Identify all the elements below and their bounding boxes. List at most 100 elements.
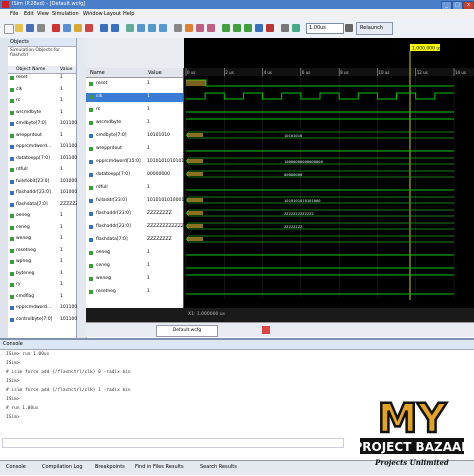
paste-icon[interactable]	[74, 24, 82, 32]
step-icon[interactable]	[255, 24, 263, 32]
menu-file[interactable]: File	[10, 11, 18, 17]
new-file-icon[interactable]	[4, 24, 14, 34]
run-all-icon[interactable]	[233, 24, 241, 32]
zoom-in-icon[interactable]	[137, 24, 145, 32]
signal-name-row[interactable]: epprcmdword[15:0]	[86, 158, 145, 167]
signal-name-row[interactable]: wrcmdbyte	[86, 119, 145, 128]
marker-icon[interactable]	[185, 24, 193, 32]
marker-next-icon[interactable]	[207, 24, 215, 32]
break-icon[interactable]	[266, 24, 274, 32]
signal-name-row[interactable]: cmdbyte[7:0]	[86, 132, 145, 141]
signal-name-row[interactable]: flashaddr[23:0]	[86, 210, 145, 219]
object-row[interactable]: fullstobit[23:0] 101000	[8, 179, 77, 185]
signal-name-row[interactable]: rc	[86, 106, 145, 115]
object-value: 101100	[60, 316, 78, 322]
signal-name-row[interactable]: resetneg	[86, 288, 145, 297]
menu-layout[interactable]: Layout	[104, 11, 121, 17]
bus-value-label: 10000000000000000	[284, 159, 324, 164]
object-row[interactable]: epprcmdword... 101100	[8, 305, 78, 311]
object-row[interactable]: wrepprdout 1	[8, 133, 76, 139]
object-row[interactable]: ceneg 1	[8, 225, 76, 231]
bus-value-label: 10101010	[284, 133, 303, 138]
console-title: Console	[3, 341, 23, 347]
signal-name-row[interactable]: rdfull	[86, 184, 145, 193]
object-row[interactable]: flashdata[7:0] ZZZZZZ	[8, 202, 79, 208]
tab-console[interactable]: Console	[6, 464, 26, 470]
close-tab-icon[interactable]	[262, 326, 270, 334]
object-row[interactable]: epprcmdword... 101100	[8, 144, 77, 150]
value-column-header: Value	[145, 68, 183, 78]
object-row[interactable]: flashaddr[23:0] 101000	[8, 190, 77, 196]
menu-simulation[interactable]: Simulation	[52, 11, 79, 17]
signal-name-row[interactable]: flashaddr[23:0]	[86, 223, 145, 232]
object-row[interactable]: datatoepp[7:0] 101100	[8, 156, 77, 162]
object-row[interactable]: weneg 1	[8, 236, 76, 242]
wave-status-line: X1: 1.000000 us	[86, 308, 474, 322]
object-row[interactable]: byteneg 1	[8, 271, 76, 277]
object-row[interactable]: controlbyte[7:0] 101100	[8, 316, 78, 323]
time-value-input[interactable]: 1.00us	[306, 23, 344, 34]
signal-name-row[interactable]: clk	[86, 93, 145, 102]
tab-breakpoints[interactable]: Breakpoints	[95, 464, 125, 470]
signal-name-row[interactable]: fulladdr[23:0]	[86, 197, 145, 206]
signal-type-icon	[89, 290, 93, 294]
marker-prev-icon[interactable]	[196, 24, 204, 32]
undo-icon[interactable]	[100, 24, 108, 32]
print-icon[interactable]	[37, 24, 45, 32]
run-for-icon[interactable]	[244, 24, 252, 32]
signal-name-row[interactable]: weneg	[86, 275, 145, 284]
console-input[interactable]	[2, 438, 344, 448]
tab-default-wcfg[interactable]: Default.wcfg	[156, 325, 218, 337]
signal-name: fulladdr[23:0]	[96, 198, 127, 203]
object-value: 101100	[60, 305, 78, 310]
save-icon[interactable]	[26, 24, 34, 32]
dropdown-arrow-icon[interactable]	[345, 24, 353, 32]
object-row[interactable]: wrcmdbyte 1	[8, 110, 76, 116]
restart-icon[interactable]	[222, 24, 230, 32]
find-icon[interactable]	[126, 24, 134, 32]
object-row[interactable]: rdfull 1	[8, 167, 76, 173]
object-row[interactable]: rc 1	[8, 98, 76, 104]
swap-icon[interactable]	[281, 24, 289, 32]
delete-icon[interactable]	[85, 24, 93, 32]
signal-name-row[interactable]: flashdata[7:0]	[86, 236, 145, 245]
signal-name-row[interactable]: wrepprdout	[86, 145, 145, 154]
signal-value-row: 1	[145, 119, 183, 128]
object-row[interactable]: cmdbyte[7:0] 101100	[8, 121, 77, 127]
object-row[interactable]: ry 1	[8, 282, 76, 288]
object-row[interactable]: cmdflag 1	[8, 294, 76, 300]
object-row[interactable]: wpneg 1	[8, 259, 76, 265]
object-value: 1	[60, 86, 63, 92]
object-name: ry	[16, 282, 21, 287]
menu-window[interactable]: Window	[83, 11, 103, 17]
window-title: ISim (P.28xd) - [Default.wcfg]	[12, 1, 86, 7]
object-row[interactable]: oeneg 1	[8, 213, 76, 219]
zoom-fit-icon[interactable]	[159, 24, 167, 32]
object-row[interactable]: clk 1	[8, 87, 76, 93]
signal-name-row[interactable]: ceneg	[86, 262, 145, 271]
copy-icon[interactable]	[63, 24, 71, 32]
open-folder-icon[interactable]	[15, 24, 23, 32]
object-row[interactable]: resetneg 1	[8, 248, 76, 254]
tab-find-in-files[interactable]: Find in Files Results	[135, 464, 184, 470]
object-row[interactable]: reset 1	[8, 75, 76, 81]
signal-name-row[interactable]: reset	[86, 80, 145, 89]
waveform-viewer[interactable]: 0 us 2 us 4 us 6 us 8 us 10 us 12 us 14 us 1,000…	[184, 38, 474, 308]
menu-view[interactable]: View	[37, 11, 49, 17]
signal-name-row[interactable]: oeneg	[86, 249, 145, 258]
redo-icon[interactable]	[111, 24, 119, 32]
cut-icon[interactable]	[52, 24, 60, 32]
snap-icon[interactable]	[292, 24, 300, 32]
relaunch-button[interactable]: Relaunch	[356, 22, 393, 35]
menu-edit[interactable]: Edit	[24, 11, 34, 17]
name-column-header: Name	[86, 68, 145, 78]
signal-type-icon	[89, 82, 93, 86]
cursor-icon[interactable]	[174, 24, 182, 32]
waveform-canvas[interactable]: 0 us 2 us 4 us 6 us 8 us 10 us 12 us 14 us 1,000…	[184, 38, 474, 308]
tab-search-results[interactable]: Search Results	[200, 464, 237, 470]
signal-name-row[interactable]: datatoepp[7:0]	[86, 171, 145, 180]
tab-compilation-log[interactable]: Compilation Log	[42, 464, 83, 470]
console-header: Console	[0, 340, 474, 350]
menu-help[interactable]: Help	[123, 11, 134, 17]
zoom-out-icon[interactable]	[148, 24, 156, 32]
